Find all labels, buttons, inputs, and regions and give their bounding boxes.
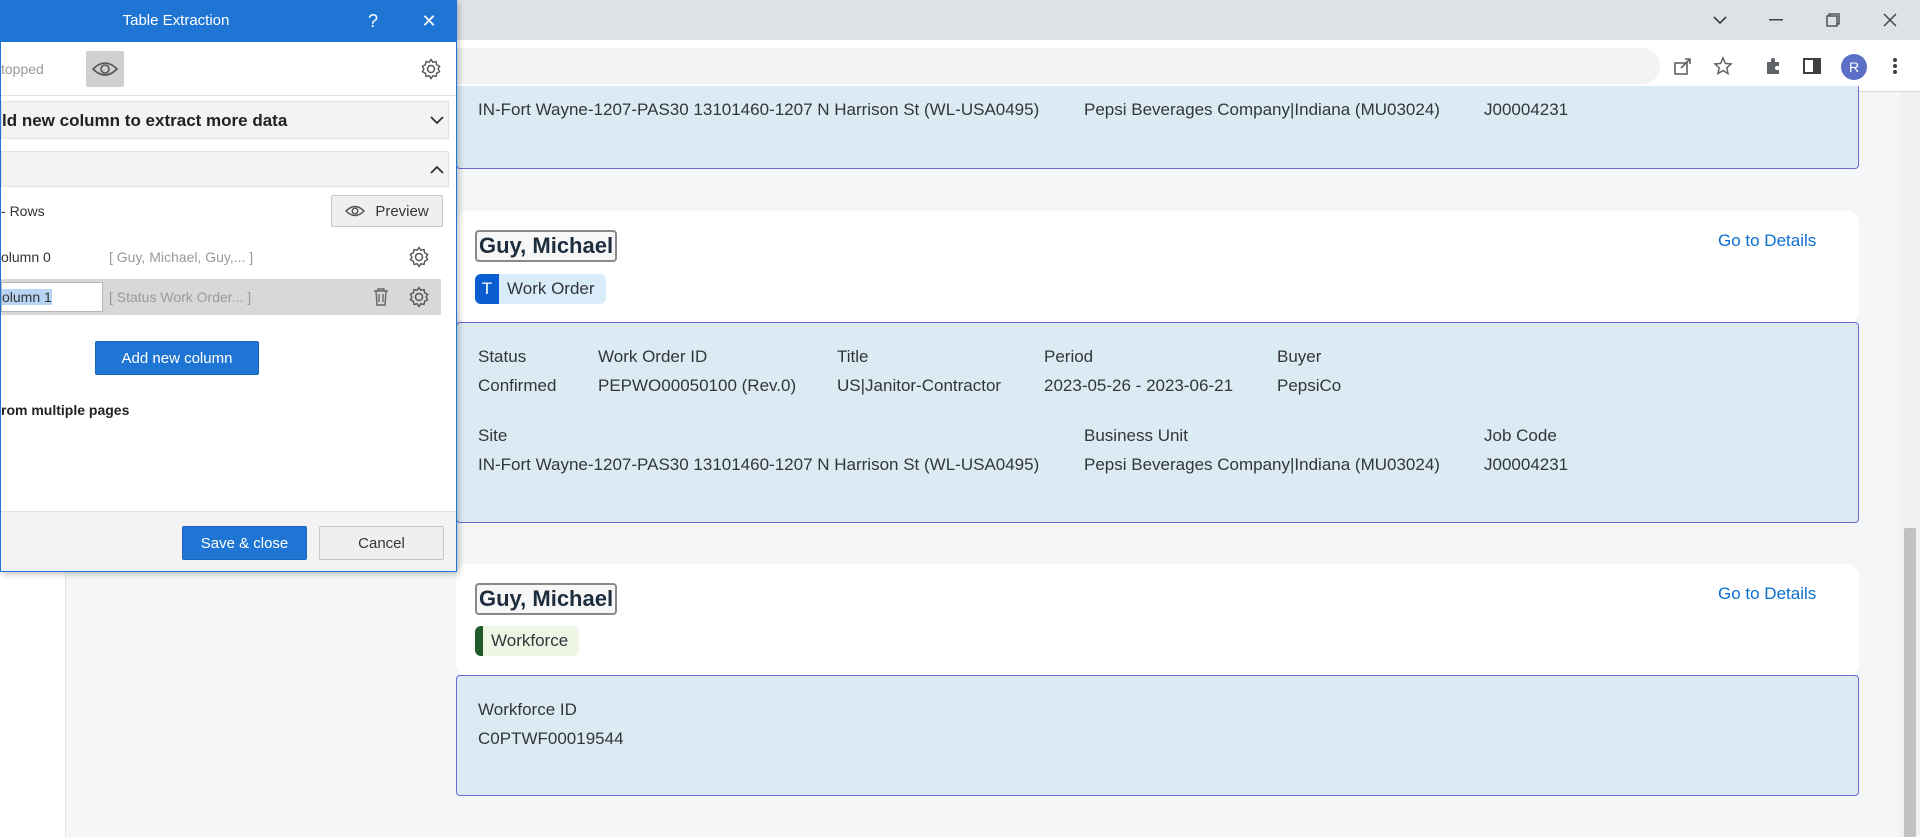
column-name-selected-text: olumn 1 [2, 289, 52, 305]
eye-icon [345, 205, 366, 217]
settings-gear-icon[interactable] [420, 58, 442, 80]
preview-button[interactable]: Preview [331, 195, 443, 227]
status-text: topped [1, 61, 44, 77]
site-value: IN-Fort Wayne-1207-PAS30 13101460-1207 N… [478, 455, 1040, 474]
side-panel-icon[interactable] [1800, 54, 1824, 78]
help-icon[interactable]: ? [361, 9, 385, 33]
chevron-up-icon [430, 165, 444, 174]
site-header: Site [478, 426, 508, 445]
work-order-id-header: Work Order ID [598, 347, 708, 366]
title-value: US|Janitor-Contractor [837, 376, 1002, 395]
buyer-header: Buyer [1277, 347, 1322, 366]
add-new-column-button[interactable]: Add new column [95, 341, 259, 375]
dialog-status-row: topped [1, 42, 456, 96]
cancel-button[interactable]: Cancel [319, 526, 444, 560]
workforce-details-panel: Workforce ID C0PTWF00019544 [456, 675, 1859, 796]
period-value: 2023-05-26 - 2023-06-21 [1044, 376, 1234, 395]
worker-name[interactable]: Guy, Michael [475, 230, 618, 262]
column-name: olumn 0 [1, 249, 51, 265]
chevron-down-icon [430, 116, 444, 125]
preview-toggle-eye-icon[interactable] [86, 51, 124, 87]
work-order-card [456, 211, 1859, 323]
work-order-tag-label: Work Order [507, 279, 595, 298]
business-unit-header: Business Unit [1084, 426, 1188, 445]
dialog-footer: Save & close Cancel [1, 511, 456, 571]
preview-button-label: Preview [375, 202, 429, 220]
title-header: Title [837, 347, 869, 366]
period-header: Period [1044, 347, 1094, 366]
columns-section-header[interactable] [1, 151, 449, 187]
business-unit-value: Pepsi Beverages Company|Indiana (MU03024… [1084, 100, 1440, 119]
rows-label-text: Rows [9, 203, 45, 219]
restore-icon[interactable] [1818, 6, 1848, 34]
column-settings-gear-icon[interactable] [408, 286, 430, 308]
column-name-input[interactable]: olumn 1 [1, 282, 103, 312]
workforce-id-header: Workforce ID [478, 700, 577, 719]
go-to-details-link[interactable]: Go to Details [1718, 584, 1816, 604]
job-code-value: J00004231 [1484, 455, 1569, 474]
column-row-0[interactable]: olumn 0 [ Guy, Michael, Guy,... ] [1, 239, 441, 275]
column-preview-values: [ Guy, Michael, Guy,... ] [109, 249, 254, 265]
save-close-button[interactable]: Save & close [182, 526, 307, 560]
tab-search-icon[interactable] [1705, 6, 1735, 34]
job-code-header: Job Code [1484, 426, 1557, 445]
work-order-tag: T Work Order [475, 274, 606, 304]
record-details-panel: IN-Fort Wayne-1207-PAS30 13101460-1207 N… [456, 86, 1859, 169]
work-order-details-panel: Status Work Order ID Title Period Buyer … [456, 322, 1859, 523]
profile-avatar[interactable]: R [1841, 54, 1867, 80]
column-preview-values: [ Status Work Order... ] [109, 289, 252, 305]
browser-menu-icon[interactable] [1883, 54, 1907, 78]
minimize-icon[interactable] [1761, 6, 1791, 34]
bookmark-star-icon[interactable] [1711, 54, 1735, 78]
dialog-header: Table Extraction ? ✕ [1, 1, 456, 42]
work-order-type-icon: T [475, 274, 499, 304]
buyer-value: PepsiCo [1277, 376, 1342, 395]
extract-multiple-pages-label: rom multiple pages [1, 402, 130, 418]
work-order-id-value: PEPWO00050100 (Rev.0) [598, 376, 797, 395]
workforce-tag-label: Workforce [491, 631, 569, 650]
dialog-title: Table Extraction [122, 12, 230, 29]
close-window-icon[interactable] [1875, 6, 1905, 34]
workforce-id-value: C0PTWF00019544 [478, 729, 624, 748]
page-scrollbar-thumb[interactable] [1904, 528, 1916, 837]
close-icon[interactable]: ✕ [417, 9, 441, 33]
workforce-tag-marker [475, 626, 483, 656]
rows-label: - Rows [1, 203, 45, 219]
status-value: Confirmed [478, 376, 557, 395]
address-bar[interactable] [440, 48, 1660, 84]
add-column-section-header[interactable]: ld new column to extract more data [1, 101, 449, 139]
share-icon[interactable] [1671, 54, 1695, 78]
extensions-icon[interactable] [1761, 54, 1785, 78]
worker-name[interactable]: Guy, Michael [475, 583, 618, 615]
workforce-tag: Workforce [475, 626, 579, 656]
delete-trash-icon[interactable] [372, 287, 390, 307]
table-extraction-dialog: Table Extraction ? ✕ topped ld new colum… [0, 0, 457, 572]
status-header: Status [478, 347, 527, 366]
workforce-card [456, 564, 1859, 676]
add-column-section-label: ld new column to extract more data [2, 111, 288, 130]
column-row-1[interactable]: olumn 1 [ Status Work Order... ] [1, 279, 441, 315]
job-code-value: J00004231 [1484, 100, 1569, 119]
site-value: IN-Fort Wayne-1207-PAS30 13101460-1207 N… [478, 100, 1040, 119]
column-settings-gear-icon[interactable] [408, 246, 430, 268]
go-to-details-link[interactable]: Go to Details [1718, 231, 1816, 251]
business-unit-value: Pepsi Beverages Company|Indiana (MU03024… [1084, 455, 1440, 474]
